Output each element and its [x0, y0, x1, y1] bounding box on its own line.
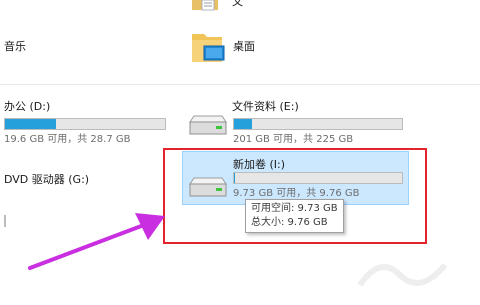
drive-d-usage-fill	[5, 119, 57, 129]
arrow-annotation	[28, 213, 165, 270]
drive-name: 办公 (D:)	[4, 100, 51, 113]
drive-d-usage-bar	[4, 118, 166, 130]
watermark-logo	[357, 263, 448, 287]
desktop-folder-item[interactable]: 桌面	[190, 24, 310, 70]
drive-d-free-text: 19.6 GB 可用，共 28.7 GB	[4, 134, 131, 145]
drive-e-free-text: 201 GB 可用，共 225 GB	[233, 134, 354, 145]
drive-e-usage-fill	[234, 119, 253, 129]
folder-label: 音乐	[4, 40, 26, 53]
drive-name: 文件资料 (E:)	[232, 100, 299, 113]
documents-folder-item[interactable]: 文	[190, 0, 250, 14]
drive-item-g[interactable]: DVD 驱动器 (G:)	[0, 168, 160, 192]
desktop-folder-icon	[192, 34, 225, 62]
folder-label: 文	[232, 0, 243, 8]
drive-e-usage-bar	[233, 118, 403, 130]
hard-drive-icon	[189, 115, 227, 135]
folder-label: 桌面	[233, 40, 255, 53]
drive-name: DVD 驱动器 (G:)	[4, 173, 90, 186]
music-folder-item[interactable]: 音乐	[0, 36, 150, 56]
highlight-box	[163, 148, 427, 244]
drive-usage-bar	[4, 215, 6, 227]
documents-folder-icon	[192, 0, 218, 11]
section-divider	[0, 84, 480, 85]
